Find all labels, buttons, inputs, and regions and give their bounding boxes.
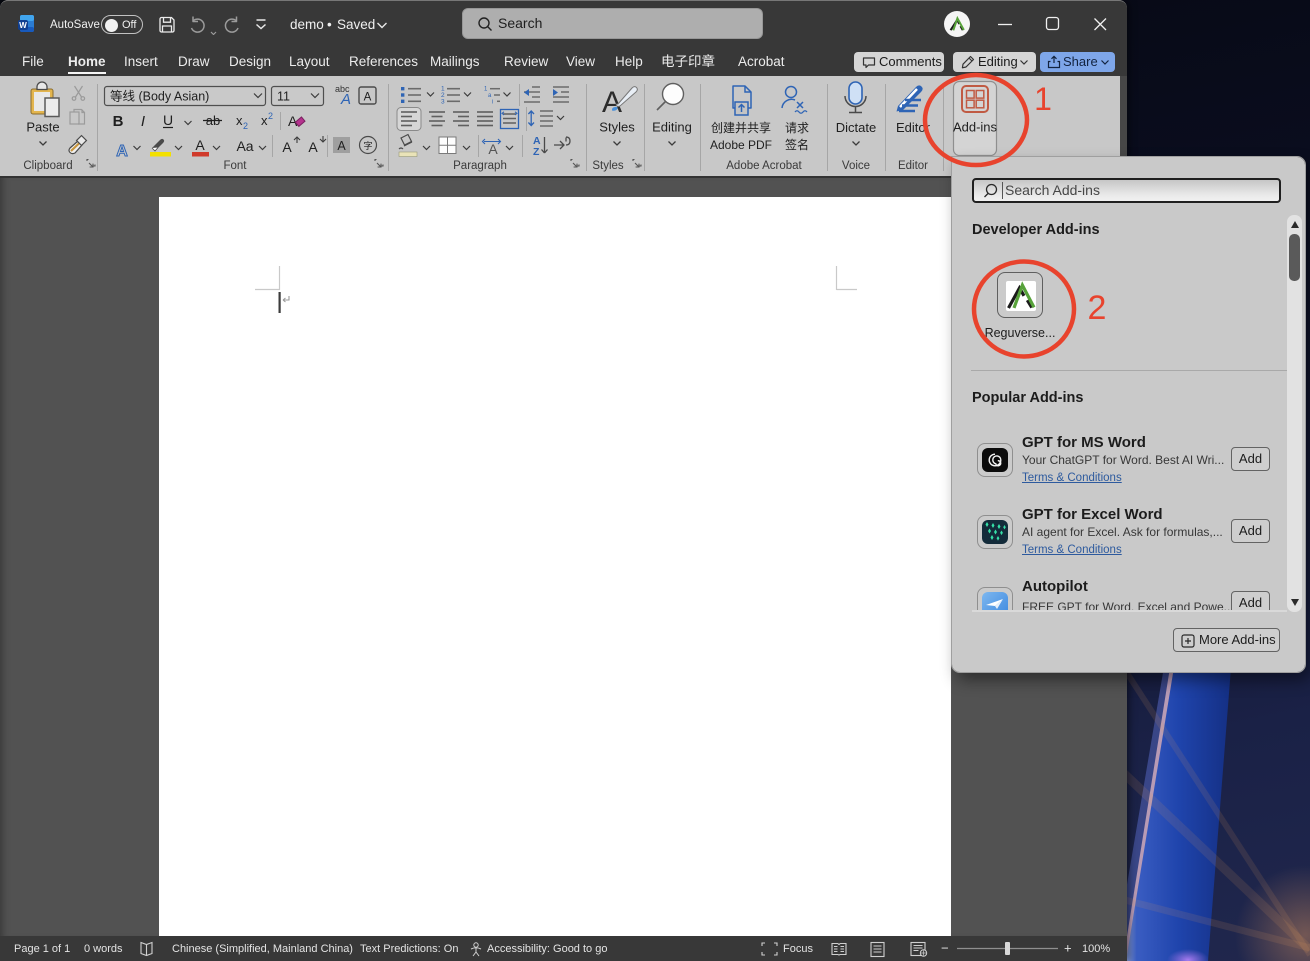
svg-text:等线 (Body Asian): 等线 (Body Asian) (110, 89, 209, 104)
svg-text:3: 3 (441, 99, 445, 106)
svg-text:100%: 100% (1082, 943, 1110, 955)
svg-text:Voice: Voice (842, 160, 870, 172)
svg-text:W: W (19, 21, 27, 30)
svg-text:Styles: Styles (592, 160, 624, 172)
svg-text:2: 2 (243, 121, 248, 131)
svg-text:Z: Z (533, 146, 540, 158)
svg-text:Adobe Acrobat: Adobe Acrobat (726, 160, 802, 172)
svg-text:x: x (261, 113, 268, 128)
svg-text:i: i (492, 100, 493, 106)
svg-text:A: A (488, 141, 498, 157)
svg-text:Editor: Editor (898, 160, 928, 172)
svg-text:Styles: Styles (599, 120, 635, 135)
svg-text:A: A (337, 139, 346, 153)
svg-text:Dictate: Dictate (836, 120, 876, 135)
svg-text:Adobe PDF: Adobe PDF (710, 138, 772, 152)
svg-text:Add-ins: Add-ins (953, 120, 998, 135)
svg-text:Aa: Aa (236, 138, 253, 154)
svg-text:Clipboard: Clipboard (23, 160, 72, 172)
svg-text:1: 1 (484, 87, 488, 93)
svg-text:A: A (195, 137, 205, 153)
svg-text:A: A (340, 91, 351, 108)
svg-text:−: − (941, 941, 949, 956)
svg-text:Text Predictions: On: Text Predictions: On (360, 943, 458, 955)
svg-text:请求: 请求 (785, 121, 809, 135)
svg-text:x: x (236, 113, 243, 128)
svg-text:Page 1 of 1: Page 1 of 1 (14, 943, 70, 955)
svg-text:A: A (116, 143, 128, 160)
svg-text:a: a (488, 93, 492, 99)
svg-text:2: 2 (268, 111, 273, 121)
svg-text:Accessibility: Good to go: Accessibility: Good to go (487, 943, 607, 955)
svg-text:Paragraph: Paragraph (453, 160, 507, 172)
svg-text:A: A (364, 92, 372, 104)
svg-text:A: A (308, 139, 318, 155)
svg-text:字: 字 (363, 140, 372, 151)
svg-text:A: A (282, 139, 292, 155)
svg-text:Font: Font (223, 160, 247, 172)
svg-text:Paste: Paste (26, 120, 59, 135)
svg-text:签名: 签名 (785, 137, 809, 152)
svg-text:创建并共享: 创建并共享 (711, 120, 771, 135)
svg-text:U: U (163, 112, 173, 128)
svg-text:I: I (141, 113, 145, 130)
svg-text:B: B (113, 113, 124, 130)
svg-text:0 words: 0 words (84, 943, 123, 955)
svg-text:Editing: Editing (652, 120, 692, 135)
svg-text:11: 11 (277, 90, 290, 104)
svg-text:Chinese (Simplified, Mainland: Chinese (Simplified, Mainland China) (172, 943, 353, 955)
svg-text:Editor: Editor (896, 120, 931, 135)
svg-text:+: + (1064, 941, 1072, 956)
svg-text:Focus: Focus (783, 943, 813, 955)
svg-text:D: D (766, 945, 773, 955)
